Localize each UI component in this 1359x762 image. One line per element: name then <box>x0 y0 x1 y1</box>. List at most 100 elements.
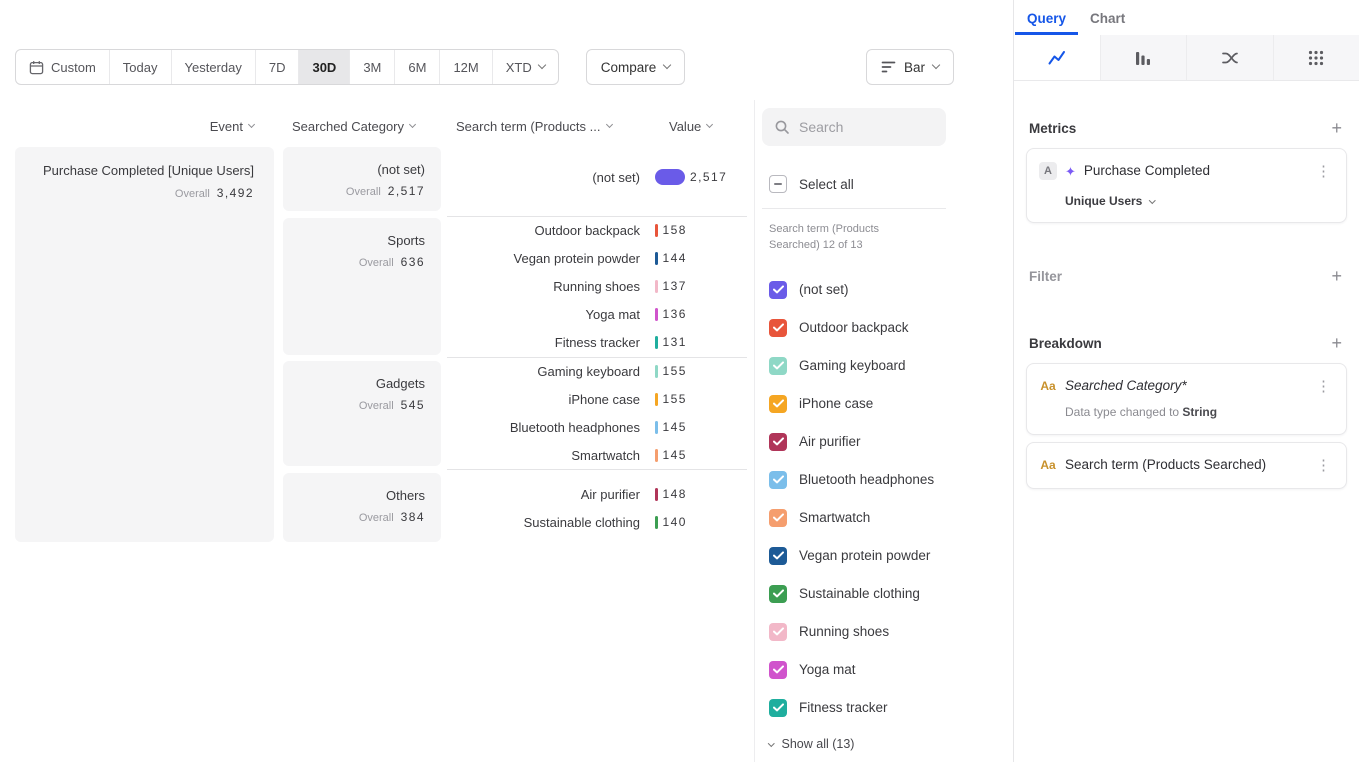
term-row-bluetooth-headphones[interactable]: Bluetooth headphones145 <box>447 413 752 441</box>
term-label: Outdoor backpack <box>447 223 640 238</box>
category-cell-others[interactable]: OthersOverall384 <box>283 473 441 542</box>
checkbox-checked-icon[interactable] <box>769 395 787 413</box>
date-range-30d[interactable]: 30D <box>299 50 350 84</box>
legend-item-air-purifier[interactable]: Air purifier <box>762 423 1013 461</box>
value-bar[interactable] <box>655 449 658 462</box>
breakdown-card-search-term-products-searched[interactable]: AaSearch term (Products Searched)⋮ <box>1026 442 1347 489</box>
breakdown-list: AaSearched Category*⋮Data type changed t… <box>1014 363 1359 489</box>
checkbox-checked-icon[interactable] <box>769 509 787 527</box>
term-row-air-purifier[interactable]: Air purifier148 <box>447 480 752 508</box>
term-row-not-set[interactable]: (not set)2,517 <box>447 163 752 191</box>
checkbox-checked-icon[interactable] <box>769 623 787 641</box>
category-overall-value: 2,517 <box>388 184 425 198</box>
term-label: Fitness tracker <box>447 335 640 350</box>
term-row-yoga-mat[interactable]: Yoga mat136 <box>447 300 752 328</box>
legend-item-gaming-keyboard[interactable]: Gaming keyboard <box>762 347 1013 385</box>
overall-label: Overall <box>359 257 394 269</box>
term-row-smartwatch[interactable]: Smartwatch145 <box>447 441 752 469</box>
tab-chart[interactable]: Chart <box>1078 0 1137 35</box>
column-header-category[interactable]: Searched Category <box>292 118 415 134</box>
value-bar[interactable] <box>655 169 685 185</box>
checkbox-checked-icon[interactable] <box>769 547 787 565</box>
value-bar[interactable] <box>655 308 658 321</box>
date-range-custom[interactable]: Custom <box>16 50 110 84</box>
compare-button[interactable]: Compare <box>586 49 686 85</box>
category-cell-not-set[interactable]: (not set)Overall2,517 <box>283 147 441 211</box>
checkbox-indeterminate-icon[interactable] <box>769 175 787 193</box>
term-row-running-shoes[interactable]: Running shoes137 <box>447 272 752 300</box>
legend-panel: Select all Search term (Products Searche… <box>762 108 1013 752</box>
value-bar[interactable] <box>655 224 658 237</box>
category-cell-sports[interactable]: SportsOverall636 <box>283 218 441 355</box>
term-row-sustainable-clothing[interactable]: Sustainable clothing140 <box>447 508 752 536</box>
value-bar[interactable] <box>655 393 658 406</box>
date-range-today[interactable]: Today <box>110 50 172 84</box>
checkbox-checked-icon[interactable] <box>769 281 787 299</box>
date-range-12m[interactable]: 12M <box>440 50 492 84</box>
legend-search[interactable] <box>762 108 946 146</box>
legend-item-bluetooth-headphones[interactable]: Bluetooth headphones <box>762 461 1013 499</box>
date-range-yesterday[interactable]: Yesterday <box>172 50 256 84</box>
tab-retention[interactable] <box>1274 35 1359 80</box>
tab-funnels[interactable] <box>1101 35 1188 80</box>
value-bar[interactable] <box>655 252 658 265</box>
date-range-xtd[interactable]: XTD <box>493 50 558 84</box>
metric-card[interactable]: A ✦ Purchase Completed ⋮ Unique Users <box>1026 148 1347 223</box>
tab-insights[interactable] <box>1014 35 1101 80</box>
overall-label: Overall <box>359 512 394 524</box>
legend-item-vegan-protein-powder[interactable]: Vegan protein powder <box>762 537 1013 575</box>
chart-type-selector[interactable]: Bar <box>866 49 954 85</box>
legend-item-iphone-case[interactable]: iPhone case <box>762 385 1013 423</box>
legend-item-not-set[interactable]: (not set) <box>762 271 1013 309</box>
category-cell-gadgets[interactable]: GadgetsOverall545 <box>283 361 441 466</box>
legend-item-fitness-tracker[interactable]: Fitness tracker <box>762 689 1013 727</box>
term-value: 148 <box>663 487 687 501</box>
term-row-fitness-tracker[interactable]: Fitness tracker131 <box>447 328 752 356</box>
checkbox-checked-icon[interactable] <box>769 357 787 375</box>
checkbox-checked-icon[interactable] <box>769 699 787 717</box>
column-header-search-term[interactable]: Search term (Products ... <box>456 118 612 134</box>
show-all-button[interactable]: Show all (13) <box>762 736 1013 752</box>
kebab-menu-icon[interactable]: ⋮ <box>1313 164 1334 179</box>
term-row-iphone-case[interactable]: iPhone case155 <box>447 385 752 413</box>
value-bar[interactable] <box>655 421 658 434</box>
add-filter-button[interactable]: + <box>1329 268 1344 284</box>
column-header-label: Searched Category <box>292 119 404 134</box>
term-row-outdoor-backpack[interactable]: Outdoor backpack158 <box>447 216 752 244</box>
value-bar[interactable] <box>655 280 658 293</box>
retention-dots-icon <box>1307 49 1325 67</box>
kebab-menu-icon[interactable]: ⋮ <box>1313 458 1334 473</box>
legend-item-smartwatch[interactable]: Smartwatch <box>762 499 1013 537</box>
search-input[interactable] <box>799 119 929 135</box>
column-header-value[interactable]: Value <box>669 118 712 134</box>
legend-item-sustainable-clothing[interactable]: Sustainable clothing <box>762 575 1013 613</box>
value-bar[interactable] <box>655 488 658 501</box>
checkbox-checked-icon[interactable] <box>769 319 787 337</box>
event-cell[interactable]: Purchase Completed [Unique Users] Overal… <box>15 147 274 542</box>
legend-item-yoga-mat[interactable]: Yoga mat <box>762 651 1013 689</box>
date-range-6m[interactable]: 6M <box>395 50 440 84</box>
checkbox-checked-icon[interactable] <box>769 471 787 489</box>
tab-query[interactable]: Query <box>1015 0 1078 35</box>
value-bar[interactable] <box>655 365 658 378</box>
add-metric-button[interactable]: + <box>1329 120 1344 136</box>
date-range-7d[interactable]: 7D <box>256 50 300 84</box>
value-bar[interactable] <box>655 516 658 529</box>
legend-item-running-shoes[interactable]: Running shoes <box>762 613 1013 651</box>
checkbox-checked-icon[interactable] <box>769 661 787 679</box>
measurement-selector[interactable]: Unique Users <box>1065 194 1334 208</box>
tab-flows[interactable] <box>1187 35 1274 80</box>
metric-letter-badge: A <box>1039 162 1057 180</box>
legend-item-outdoor-backpack[interactable]: Outdoor backpack <box>762 309 1013 347</box>
column-header-event[interactable]: Event <box>15 118 254 134</box>
breakdown-card-searched-category[interactable]: AaSearched Category*⋮Data type changed t… <box>1026 363 1347 435</box>
date-range-3m[interactable]: 3M <box>350 50 395 84</box>
term-row-gaming-keyboard[interactable]: Gaming keyboard155 <box>447 357 752 385</box>
kebab-menu-icon[interactable]: ⋮ <box>1313 379 1334 394</box>
add-breakdown-button[interactable]: + <box>1329 335 1344 351</box>
checkbox-checked-icon[interactable] <box>769 433 787 451</box>
term-row-vegan-protein-powder[interactable]: Vegan protein powder144 <box>447 244 752 272</box>
select-all[interactable]: Select all <box>762 174 1013 194</box>
value-bar[interactable] <box>655 336 658 349</box>
checkbox-checked-icon[interactable] <box>769 585 787 603</box>
